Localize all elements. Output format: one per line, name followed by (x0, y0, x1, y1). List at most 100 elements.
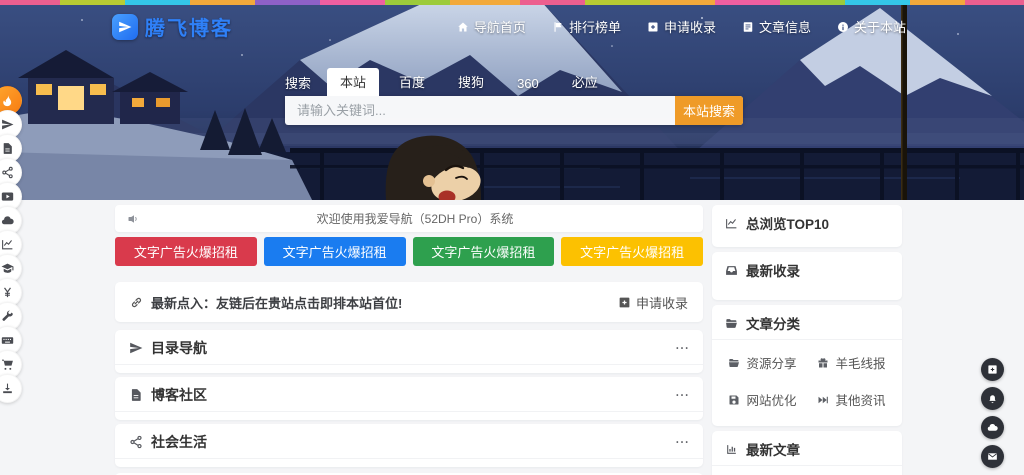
dock-item-download[interactable] (0, 374, 22, 403)
latest-links-text: 最新点入：友链后在贵站点击即排本站首位! (151, 293, 618, 312)
nav-item-home[interactable]: 导航首页 (457, 17, 526, 36)
bell-icon (987, 393, 998, 404)
folder-open-icon (728, 357, 740, 369)
notice-bar: 欢迎使用我爱导航（52DH Pro）系统 (115, 205, 703, 232)
file-icon (129, 388, 143, 402)
category-other-news[interactable]: 其他资讯 (807, 385, 896, 414)
widget-body: 资源分享 羊毛线报 网站优化 其他资讯 (712, 339, 902, 426)
floppy-icon (728, 394, 740, 406)
category-label: 网站优化 (746, 390, 796, 409)
hero-banner: 腾飞博客 导航首页 排行榜单 申请收录 文章信息 关于本站 搜索 本站 百度 搜… (0, 0, 1024, 200)
ads-row: 文字广告火爆招租 文字广告火爆招租 文字广告火爆招租 文字广告火爆招租 (115, 237, 703, 266)
category-deals[interactable]: 羊毛线报 (807, 348, 896, 377)
float-notification-button[interactable] (981, 387, 1004, 410)
nav-item-about[interactable]: 关于本站 (837, 17, 906, 36)
nav-label: 排行榜单 (569, 17, 621, 36)
widget-body (712, 239, 902, 247)
ad-button-blue[interactable]: 文字广告火爆招租 (264, 237, 406, 266)
section-body (115, 364, 703, 373)
widget-categories: 文章分类 资源分享 羊毛线报 网站优化 其他资讯 (712, 305, 902, 426)
more-icon[interactable] (675, 341, 689, 355)
rainbow-strip (0, 0, 1024, 5)
widget-body (712, 286, 902, 300)
nav-label: 申请收录 (664, 17, 716, 36)
top-navigation: 导航首页 排行榜单 申请收录 文章信息 关于本站 (457, 17, 906, 36)
apply-inclusion-link[interactable]: 申请收录 (618, 293, 688, 312)
float-apply-button[interactable] (981, 358, 1004, 381)
nav-item-ranking[interactable]: 排行榜单 (552, 17, 621, 36)
widget-body: 文章标题 (712, 465, 902, 475)
nav-label: 关于本站 (854, 17, 906, 36)
left-dock (0, 86, 22, 398)
search-bar: 本站搜索 (285, 96, 743, 125)
site-title: 腾飞博客 (145, 12, 233, 41)
apply-inclusion-label: 申请收录 (636, 293, 688, 312)
search-button[interactable]: 本站搜索 (675, 96, 743, 125)
search-label: 搜索 (285, 73, 311, 92)
info-icon (837, 21, 849, 33)
category-resources[interactable]: 资源分享 (718, 348, 807, 377)
widget-header: 总浏览TOP10 (712, 205, 902, 239)
plus-square-icon (647, 21, 659, 33)
site-logo[interactable]: 腾飞博客 (112, 12, 233, 41)
notice-text: 欢迎使用我爱导航（52DH Pro）系统 (139, 210, 691, 227)
floating-buttons (981, 358, 1004, 468)
cart-icon (1, 358, 14, 371)
chart-bar-icon (725, 443, 738, 456)
section-directory-nav: 目录导航 (115, 330, 703, 373)
gift-icon (817, 357, 829, 369)
section-header: 社会生活 (115, 424, 703, 458)
plus-square-icon (987, 364, 998, 375)
logo-icon (112, 14, 138, 40)
book-icon (742, 21, 754, 33)
ad-button-red[interactable]: 文字广告火爆招租 (115, 237, 257, 266)
float-cloud-button[interactable] (981, 416, 1004, 439)
nav-label: 导航首页 (474, 17, 526, 36)
article-item[interactable]: 文章标题 (712, 466, 902, 475)
nav-item-apply[interactable]: 申请收录 (647, 17, 716, 36)
widget-top10: 总浏览TOP10 (712, 205, 902, 247)
widget-title: 最新收录 (746, 260, 889, 280)
ad-button-green[interactable]: 文字广告火爆招租 (413, 237, 555, 266)
nav-item-articles[interactable]: 文章信息 (742, 17, 811, 36)
link-icon (130, 296, 143, 309)
download-icon (1, 382, 14, 395)
tab-360[interactable]: 360 (504, 72, 552, 96)
paper-plane-icon (129, 341, 143, 355)
widget-header: 文章分类 (712, 305, 902, 339)
category-label: 其他资讯 (835, 390, 885, 409)
section-title: 博客社区 (151, 385, 667, 405)
more-icon[interactable] (675, 435, 689, 449)
widget-latest-articles: 最新文章 文章标题 (712, 431, 902, 475)
inbox-icon (725, 264, 738, 277)
ad-button-yellow[interactable]: 文字广告火爆招租 (561, 237, 703, 266)
section-blog-community: 博客社区 (115, 377, 703, 420)
nav-label: 文章信息 (759, 17, 811, 36)
category-label: 资源分享 (746, 353, 796, 372)
cloud-icon (987, 422, 998, 433)
cloud-icon (1, 214, 14, 227)
paper-plane-icon (1, 118, 14, 131)
more-icon[interactable] (675, 388, 689, 402)
tab-bing[interactable]: 必应 (559, 68, 611, 96)
forward-icon (817, 394, 829, 406)
widget-header: 最新收录 (712, 252, 902, 286)
graduation-cap-icon (1, 262, 14, 275)
side-column: 总浏览TOP10 最新收录 文章分类 资源分享 (712, 205, 902, 475)
tab-baidu[interactable]: 百度 (386, 68, 438, 96)
section-header: 博客社区 (115, 377, 703, 411)
widget-latest-included: 最新收录 (712, 252, 902, 300)
fire-icon (1, 94, 14, 107)
plus-square-icon (618, 296, 631, 309)
search-input[interactable] (285, 96, 675, 125)
category-seo[interactable]: 网站优化 (718, 385, 807, 414)
float-email-button[interactable] (981, 445, 1004, 468)
site-header: 腾飞博客 导航首页 排行榜单 申请收录 文章信息 关于本站 (112, 12, 906, 41)
bullhorn-icon (127, 213, 139, 225)
tab-sogou[interactable]: 搜狗 (445, 68, 497, 96)
tab-this-site[interactable]: 本站 (327, 68, 379, 96)
share-nodes-icon (129, 435, 143, 449)
search-engine-tabs: 搜索 本站 百度 搜狗 360 必应 (285, 73, 743, 96)
widget-title: 文章分类 (746, 313, 889, 333)
flag-icon (552, 21, 564, 33)
